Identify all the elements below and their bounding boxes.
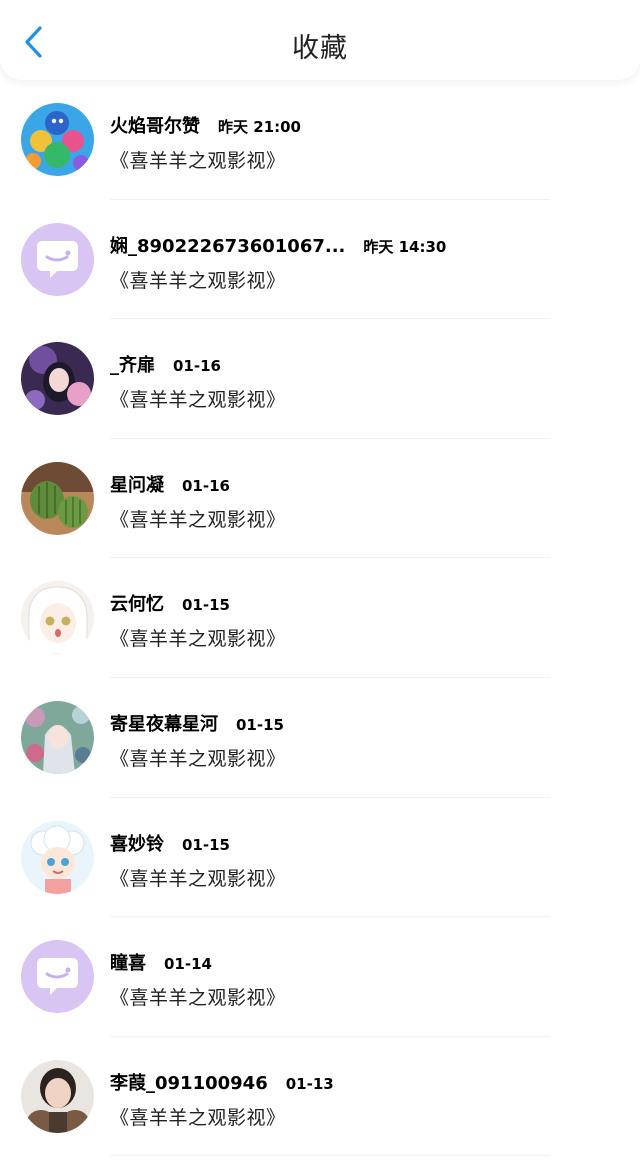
- username: 火焰哥尔赞: [110, 116, 200, 137]
- favorite-message: 《喜羊羊之观影视》: [110, 987, 286, 1010]
- avatar[interactable]: [21, 820, 94, 894]
- timestamp: 昨天 14:30: [363, 237, 447, 256]
- anime-girl-flowers-avatar-icon: [21, 700, 94, 774]
- avatar[interactable]: [21, 581, 94, 655]
- default-chat-avatar-icon: [21, 940, 94, 1014]
- list-item[interactable]: 喜妙铃 01-15 《喜羊羊之观影视》: [0, 798, 640, 918]
- avatar[interactable]: [21, 700, 94, 774]
- username: 星问凝: [110, 474, 164, 496]
- timestamp: 01-13: [285, 1074, 334, 1093]
- anime-girl-dark-avatar-icon: [21, 342, 94, 416]
- username: 喜妙铃: [110, 833, 164, 855]
- avatar[interactable]: [21, 1059, 94, 1133]
- timestamp: 01-15: [236, 715, 284, 734]
- favorite-message: 《喜羊羊之观影视》: [110, 269, 286, 292]
- username: 云何忆: [110, 594, 164, 616]
- default-chat-avatar-icon: [21, 222, 94, 296]
- favorite-message: 《喜羊羊之观影视》: [110, 150, 286, 172]
- list-item[interactable]: 星问凝 01-16 《喜羊羊之观影视》: [0, 439, 640, 559]
- cactus-avatar-icon: [21, 461, 94, 535]
- timestamp: 01-15: [182, 835, 230, 854]
- username: 瞳喜: [110, 953, 146, 975]
- timestamp: 01-16: [182, 476, 230, 495]
- list-item[interactable]: 寄星夜幕星河 01-15 《喜羊羊之观影视》: [0, 678, 640, 798]
- list-item[interactable]: 火焰哥尔赞 昨天 21:00 《喜羊羊之观影视》: [0, 80, 640, 200]
- list-item[interactable]: 李葭_091100946 01-13 《喜羊羊之观影视》: [0, 1037, 640, 1157]
- anime-girl-white-avatar-icon: [21, 581, 94, 655]
- list-item[interactable]: 云何忆 01-15 《喜羊羊之观影视》: [0, 558, 640, 678]
- list-item[interactable]: 娴_890222673601067... 昨天 14:30 《喜羊羊之观影视》: [0, 200, 640, 320]
- username: _齐扉: [110, 355, 155, 377]
- favorite-message: 《喜羊羊之观影视》: [110, 389, 286, 412]
- top-bar: 收藏: [0, 0, 640, 80]
- list-item[interactable]: _齐扉 01-16 《喜羊羊之观影视》: [0, 319, 640, 439]
- favorite-message: 《喜羊羊之观影视》: [110, 867, 286, 890]
- avatar[interactable]: [21, 103, 94, 176]
- avatar[interactable]: [21, 461, 94, 535]
- timestamp: 01-15: [182, 596, 230, 615]
- photo-girl-avatar-icon: [21, 1059, 94, 1133]
- avatar[interactable]: [21, 222, 94, 296]
- avatar[interactable]: [21, 342, 94, 416]
- page-title: 收藏: [292, 33, 348, 64]
- cartoon-heroes-avatar-icon: [21, 103, 94, 176]
- cartoon-sheep-avatar-icon: [21, 820, 94, 894]
- favorite-message: 《喜羊羊之观影视》: [110, 747, 286, 770]
- username: 李葭_091100946: [110, 1072, 268, 1094]
- favorite-message: 《喜羊羊之观影视》: [110, 1106, 286, 1129]
- list-item[interactable]: 瞳喜 01-14 《喜羊羊之观影视》: [0, 917, 640, 1037]
- favorite-message: 《喜羊羊之观影视》: [110, 508, 286, 531]
- timestamp: 昨天 21:00: [218, 118, 301, 136]
- favorites-list: 火焰哥尔赞 昨天 21:00 《喜羊羊之观影视》 娴_8902226736010…: [0, 80, 640, 1157]
- username: 寄星夜幕星河: [110, 713, 218, 735]
- timestamp: 01-14: [164, 955, 212, 974]
- timestamp: 01-16: [173, 357, 221, 376]
- avatar[interactable]: [21, 940, 94, 1014]
- divider: [110, 1155, 550, 1157]
- username: 娴_890222673601067...: [110, 235, 346, 257]
- favorite-message: 《喜羊羊之观影视》: [110, 628, 286, 651]
